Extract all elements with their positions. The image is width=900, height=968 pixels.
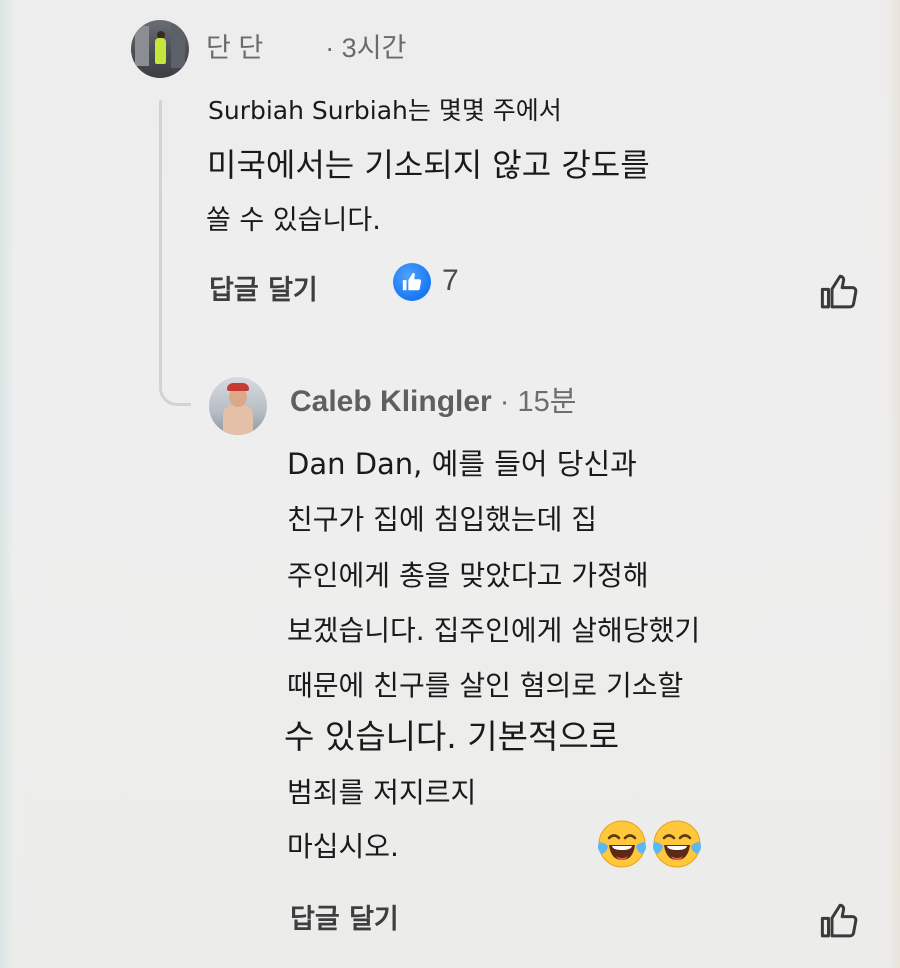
avatar[interactable] xyxy=(209,377,267,435)
author-name[interactable]: 단 단 xyxy=(206,33,263,63)
comment-text-line: Dan Dan, 예를 들어 당신과 xyxy=(287,447,637,481)
comment-text-line: 쏠 수 있습니다. xyxy=(206,205,381,236)
comment-text-line: 마십시오. xyxy=(287,830,399,863)
reply-button[interactable]: 답글 달기 xyxy=(290,897,399,936)
comment-text-line: 때문에 친구를 살인 혐의로 기소할 xyxy=(287,669,684,702)
comment-text-line: 보겠습니다. 집주인에게 살해당했기 xyxy=(287,614,701,647)
laughing-with-tears-emoji xyxy=(598,820,646,868)
comment-header: 단 단 · 3시간 xyxy=(206,26,406,65)
comment-text-line: 친구가 집에 침입했는데 집 xyxy=(287,503,598,536)
comment-timestamp: · 15분 xyxy=(491,386,577,418)
avatar[interactable] xyxy=(131,20,189,78)
thumbs-up-reaction-icon[interactable] xyxy=(393,263,431,301)
comment-text-line: 수 있습니다. 기본적으로 xyxy=(284,717,620,756)
thumbs-up-outline-icon[interactable] xyxy=(818,900,860,942)
comment-text-line: 범죄를 저지르지 xyxy=(287,776,477,809)
reaction-count: 7 xyxy=(442,264,459,297)
comment-text-line: 미국에서는 기소되지 않고 강도를 xyxy=(207,146,650,184)
comment-header: Caleb Klingler · 15분 xyxy=(290,378,576,420)
thumbs-up-outline-icon[interactable] xyxy=(818,271,860,313)
thread-connector xyxy=(159,372,191,406)
comment-text-line: 주인에게 총을 맞았다고 가정해 xyxy=(287,559,649,592)
author-name[interactable]: Caleb Klingler xyxy=(290,385,492,418)
laughing-with-tears-emoji xyxy=(653,820,701,868)
thread-line xyxy=(159,100,162,390)
comment-timestamp: · 3시간 xyxy=(325,33,407,63)
reply-context: Surbiah Surbiah는 몇몇 주에서 xyxy=(208,96,562,125)
reply-button[interactable]: 답글 달기 xyxy=(209,268,318,307)
